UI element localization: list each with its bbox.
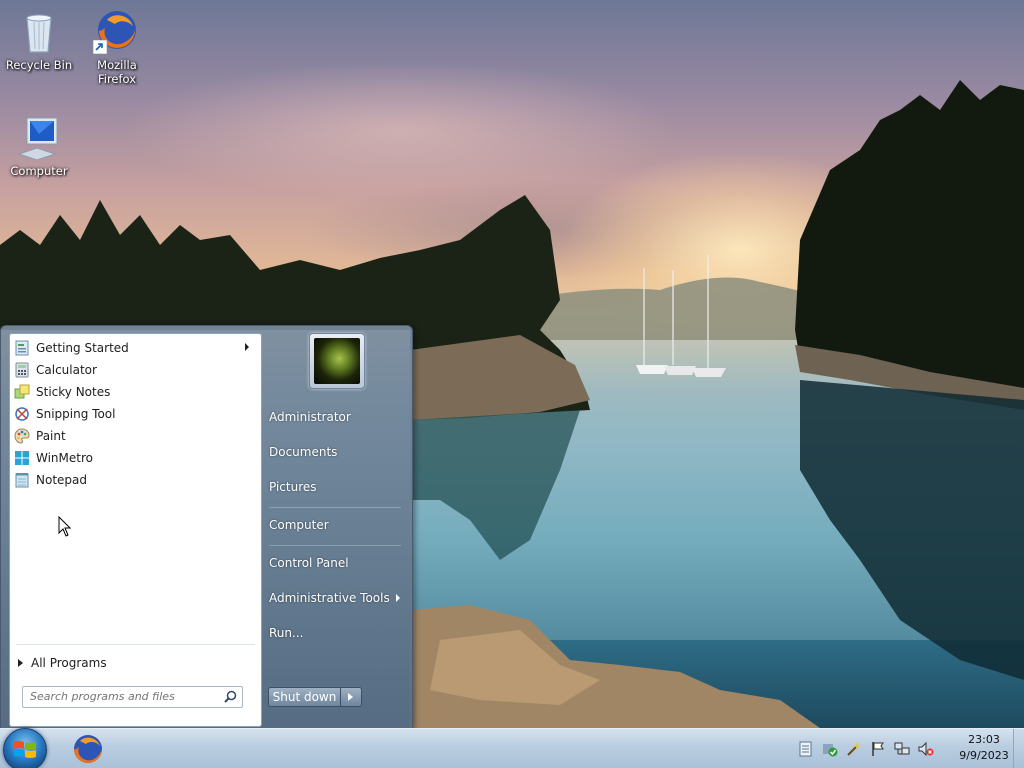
- action-center-icon[interactable]: [798, 741, 814, 757]
- divider: [269, 545, 401, 546]
- menu-item-documents[interactable]: Documents: [269, 438, 404, 466]
- clock-time: 23:03: [968, 733, 1000, 746]
- program-label: Getting Started: [36, 341, 129, 355]
- taskbar: 23:03 9/9/2023: [0, 728, 1024, 768]
- program-label: Paint: [36, 429, 66, 443]
- notepad-icon: [14, 472, 30, 488]
- program-getting-started[interactable]: Getting Started: [10, 337, 261, 359]
- shutdown-button[interactable]: Shut down: [268, 687, 340, 707]
- desktop-icon-recycle-bin[interactable]: Recycle Bin: [1, 8, 77, 72]
- program-label: WinMetro: [36, 451, 93, 465]
- program-snipping-tool[interactable]: Snipping Tool: [10, 403, 261, 425]
- divider: [16, 644, 255, 645]
- flag-icon[interactable]: [870, 741, 886, 757]
- firefox-icon: [74, 735, 102, 763]
- shutdown-options-button[interactable]: [340, 687, 362, 707]
- menu-item-label: Computer: [269, 518, 329, 532]
- desktop-icon-label: Computer: [10, 164, 68, 178]
- program-label: Sticky Notes: [36, 385, 111, 399]
- submenu-arrow-icon: [245, 343, 249, 351]
- search-icon[interactable]: [224, 690, 237, 703]
- system-tray: 23:03 9/9/2023: [784, 729, 1024, 768]
- program-notepad[interactable]: Notepad: [10, 469, 261, 491]
- program-paint[interactable]: Paint: [10, 425, 261, 447]
- start-menu-programs-pane: Getting Started Calculator Sticky Notes: [9, 333, 262, 727]
- computer-icon: [15, 114, 63, 162]
- menu-item-label: Administrative Tools: [269, 591, 390, 605]
- program-label: Calculator: [36, 363, 97, 377]
- security-check-icon[interactable]: [822, 741, 838, 757]
- clock[interactable]: 23:03 9/9/2023: [954, 732, 1014, 764]
- mouse-cursor-icon: [58, 516, 72, 537]
- start-menu-places-pane: Administrator Documents Pictures Compute…: [261, 326, 412, 729]
- search-input[interactable]: [23, 687, 220, 705]
- user-avatar[interactable]: [309, 333, 365, 389]
- program-label: Snipping Tool: [36, 407, 116, 421]
- program-label: Notepad: [36, 473, 87, 487]
- menu-item-computer[interactable]: Computer: [269, 511, 404, 539]
- submenu-arrow-icon: [396, 594, 400, 602]
- menu-item-label: Control Panel: [269, 556, 349, 570]
- menu-item-label: Run...: [269, 626, 304, 640]
- getting-started-icon: [14, 340, 30, 356]
- all-programs-label: All Programs: [31, 656, 107, 670]
- menu-item-run[interactable]: Run...: [269, 619, 404, 647]
- sticky-notes-icon: [14, 384, 30, 400]
- show-desktop-button[interactable]: [1013, 729, 1024, 768]
- menu-item-label: Administrator: [269, 410, 351, 424]
- menu-item-administrator[interactable]: Administrator: [269, 403, 404, 431]
- program-list: Getting Started Calculator Sticky Notes: [10, 337, 261, 491]
- all-programs-button[interactable]: All Programs: [18, 652, 107, 674]
- calculator-icon: [14, 362, 30, 378]
- windows-logo-icon: [14, 741, 36, 758]
- program-calculator[interactable]: Calculator: [10, 359, 261, 381]
- shutdown-control: Shut down: [268, 687, 362, 707]
- triangle-right-icon: [18, 659, 23, 667]
- network-icon[interactable]: [894, 741, 910, 757]
- winmetro-icon: [14, 450, 30, 466]
- paint-icon: [14, 428, 30, 444]
- start-button[interactable]: [3, 728, 47, 768]
- program-winmetro[interactable]: WinMetro: [10, 447, 261, 469]
- menu-item-administrative-tools[interactable]: Administrative Tools: [269, 584, 404, 612]
- search-box[interactable]: [22, 686, 243, 708]
- recycle-bin-icon: [15, 8, 63, 56]
- avatar-image: [314, 338, 360, 384]
- menu-item-label: Documents: [269, 445, 338, 459]
- firefox-icon: [92, 8, 141, 56]
- taskbar-firefox-button[interactable]: [68, 732, 108, 766]
- clock-date: 9/9/2023: [959, 749, 1009, 762]
- snipping-tool-icon: [14, 406, 30, 422]
- desktop-icon-label: Mozilla Firefox: [97, 58, 137, 86]
- program-sticky-notes[interactable]: Sticky Notes: [10, 381, 261, 403]
- menu-item-label: Pictures: [269, 480, 317, 494]
- desktop-icon-firefox[interactable]: Mozilla Firefox: [79, 8, 155, 86]
- desktop-icon-label: Recycle Bin: [5, 58, 73, 72]
- menu-item-control-panel[interactable]: Control Panel: [269, 549, 404, 577]
- menu-item-pictures[interactable]: Pictures: [269, 473, 404, 501]
- divider: [269, 507, 401, 508]
- wand-icon[interactable]: [846, 741, 862, 757]
- desktop-icon-computer[interactable]: Computer: [1, 114, 77, 178]
- volume-muted-icon[interactable]: [918, 741, 934, 757]
